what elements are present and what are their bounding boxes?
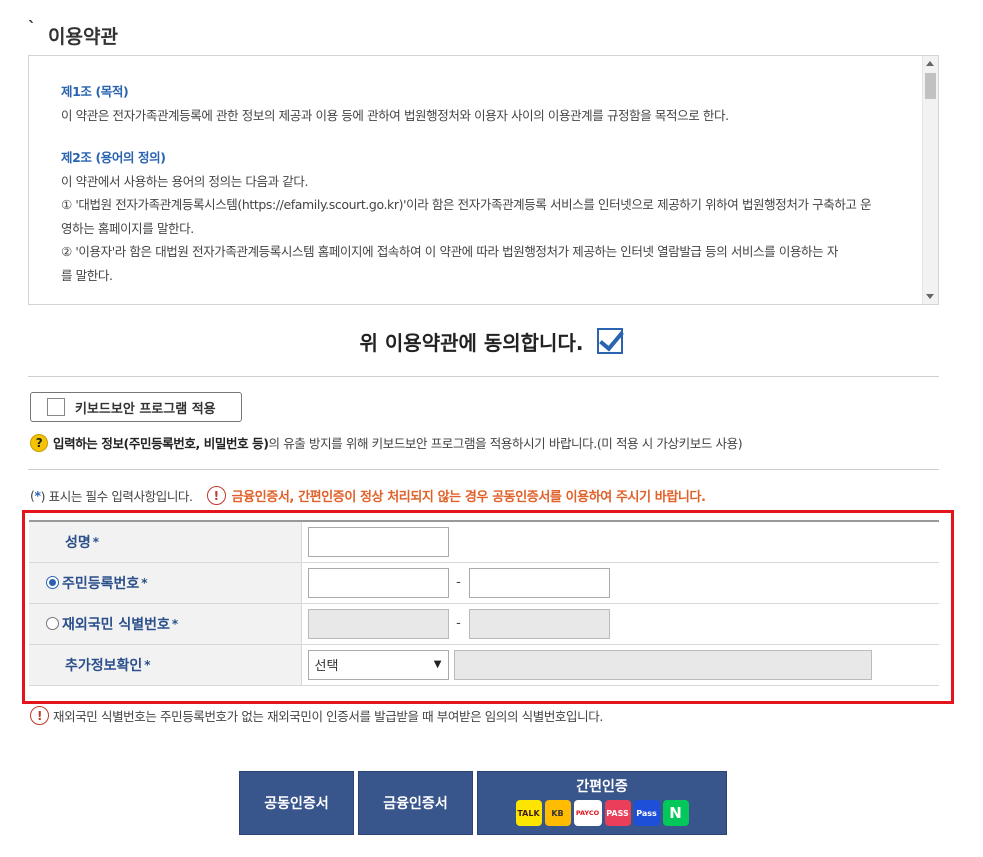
name-row: 성명 * bbox=[29, 521, 939, 563]
title-tick-icon: ` bbox=[28, 18, 36, 37]
extra-select-value: 선택 bbox=[314, 659, 339, 674]
resident-number-front-input[interactable] bbox=[307, 567, 449, 598]
auth-provider-logos: TALK KB PAYCO PASS Pass N bbox=[515, 800, 689, 826]
extra-label-cell: 추가정보확인 * bbox=[29, 644, 302, 686]
agree-text: 위 이용약관에 동의합니다. bbox=[359, 330, 584, 355]
divider bbox=[28, 376, 939, 377]
financial-cert-label: 금융인증서 bbox=[383, 796, 448, 812]
article2-item2-line2: 를 말한다. bbox=[61, 267, 113, 283]
required-star: * bbox=[92, 534, 100, 549]
payco-icon: PAYCO bbox=[573, 800, 602, 826]
foreigner-row: 재외국민 식별번호 * - bbox=[29, 603, 939, 645]
dash: - bbox=[456, 575, 461, 590]
pass-icon: PASS bbox=[604, 800, 631, 826]
keyboard-security-button[interactable]: 키보드보안 프로그램 적용 bbox=[30, 392, 242, 422]
dropdown-arrow-icon: ▼ bbox=[433, 659, 442, 670]
cert-warning-text: 금융인증서, 간편인증이 정상 처리되지 않는 경우 공동인증서를 이용하여 주… bbox=[231, 490, 706, 505]
name-label: 성명 bbox=[65, 534, 91, 551]
samsung-pass-icon: Pass bbox=[633, 800, 660, 826]
article2-intro: 이 약관에서 사용하는 용어의 정의는 다음과 같다. bbox=[61, 173, 309, 189]
extra-label: 추가정보확인 bbox=[65, 657, 143, 674]
scroll-down-icon[interactable] bbox=[926, 294, 934, 299]
kakao-talk-icon: TALK bbox=[515, 800, 542, 826]
terms-box[interactable]: 제1조 (목적) 이 약관은 전자가족관계등록에 관한 정보의 제공과 이용 등… bbox=[28, 55, 939, 305]
article1-body: 이 약관은 전자가족관계등록에 관한 정보의 제공과 이용 등에 관하여 법원행… bbox=[61, 107, 729, 123]
notice-rest: 의 유출 방지를 위해 키보드보안 프로그램을 적용하시기 바랍니다.(미 적용… bbox=[268, 436, 743, 451]
resident-radio[interactable] bbox=[46, 576, 59, 589]
foreigner-note: ! 재외국민 식별번호는 주민등록번호가 없는 재외국민이 인증서를 발급받을 … bbox=[30, 706, 603, 725]
dash: - bbox=[456, 616, 461, 631]
required-star: * bbox=[171, 616, 179, 631]
extra-row: 추가정보확인 * 선택 ▼ bbox=[29, 644, 939, 686]
terms-title-text: 이용약관 bbox=[48, 26, 118, 48]
scroll-up-icon[interactable] bbox=[926, 61, 934, 66]
warning-icon: ! bbox=[30, 706, 49, 725]
foreigner-note-text: 재외국민 식별번호는 주민등록번호가 없는 재외국민이 인증서를 발급받을 때 … bbox=[53, 709, 603, 724]
agree-checkbox[interactable] bbox=[597, 328, 624, 354]
resident-label: 주민등록번호 bbox=[62, 575, 140, 592]
resident-label-cell: 주민등록번호 * bbox=[29, 562, 302, 604]
required-note: (*) 표시는 필수 입력사항입니다. ! 금융인증서, 간편인증이 정상 처리… bbox=[30, 486, 706, 505]
terms-content: 제1조 (목적) 이 약관은 전자가족관계등록에 관한 정보의 제공과 이용 등… bbox=[61, 80, 911, 287]
kb-icon: KB bbox=[544, 800, 571, 826]
divider bbox=[28, 469, 939, 470]
article2-item1-line1: ① '대법원 전자가족관계등록시스템(https://efamily.scour… bbox=[61, 197, 872, 212]
foreigner-label-cell: 재외국민 식별번호 * bbox=[29, 603, 302, 645]
naver-icon: N bbox=[662, 800, 689, 826]
resident-number-back-input[interactable] bbox=[468, 567, 610, 598]
article1-title: 제1조 (목적) bbox=[61, 84, 129, 99]
extra-info-input[interactable] bbox=[453, 649, 872, 680]
identity-form: 성명 * 주민등록번호 * - 재외국민 식별번호 * - 추가정보확인 * 선택 ▼ bbox=[29, 520, 939, 686]
resident-row: 주민등록번호 * - bbox=[29, 562, 939, 604]
terms-section-title: ` 이용약관 bbox=[28, 18, 118, 49]
extra-info-select[interactable]: 선택 ▼ bbox=[307, 649, 449, 680]
name-input[interactable] bbox=[307, 526, 449, 557]
simple-auth-button[interactable]: 간편인증 TALK KB PAYCO PASS Pass N bbox=[477, 771, 727, 835]
keyboard-security-checkbox[interactable] bbox=[47, 398, 65, 416]
foreigner-id-back-input[interactable] bbox=[468, 608, 610, 639]
joint-cert-label: 공동인증서 bbox=[264, 796, 329, 812]
keyboard-security-notice: ? 입력하는 정보(주민등록번호, 비밀번호 등) 의 유출 방지를 위해 키보… bbox=[30, 433, 743, 452]
required-star: * bbox=[144, 657, 151, 672]
required-star: * bbox=[141, 575, 148, 590]
financial-cert-button[interactable]: 금융인증서 bbox=[358, 771, 473, 835]
name-label-cell: 성명 * bbox=[29, 521, 302, 563]
notice-bold: 입력하는 정보(주민등록번호, 비밀번호 등) bbox=[53, 436, 269, 451]
article2-title: 제2조 (용어의 정의) bbox=[61, 150, 166, 165]
foreigner-label: 재외국민 식별번호 bbox=[62, 616, 170, 633]
question-icon: ? bbox=[30, 433, 48, 452]
req-suffix: ) 표시는 필수 입력사항입니다. bbox=[40, 489, 193, 504]
agree-row: 위 이용약관에 동의합니다. bbox=[0, 324, 983, 358]
foreigner-id-front-input[interactable] bbox=[307, 608, 449, 639]
foreigner-radio[interactable] bbox=[46, 617, 59, 630]
warning-icon: ! bbox=[206, 486, 226, 505]
article2-item2-line1: ② '이용자'라 함은 대법원 전자가족관계등록시스템 홈페이지에 접속하여 이… bbox=[61, 244, 838, 259]
joint-cert-button[interactable]: 공동인증서 bbox=[239, 771, 354, 835]
scroll-thumb[interactable] bbox=[925, 73, 936, 99]
terms-scrollbar[interactable] bbox=[922, 56, 938, 304]
simple-auth-label: 간편인증 bbox=[576, 779, 628, 795]
keyboard-security-label: 키보드보안 프로그램 적용 bbox=[75, 401, 216, 417]
article2-item1-line2: 영하는 홈페이지를 말한다. bbox=[61, 220, 194, 236]
